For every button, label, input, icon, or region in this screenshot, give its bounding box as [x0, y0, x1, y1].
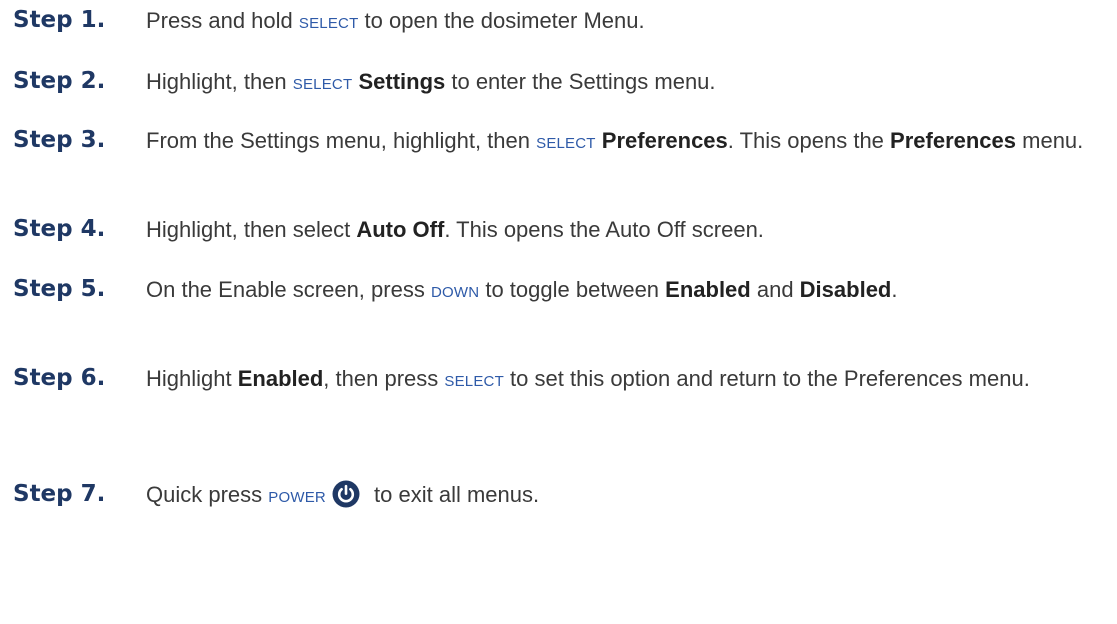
step-label: Step 1.	[13, 7, 106, 33]
select-key-label: SELECT	[292, 76, 353, 93]
text-segment: Highlight, then	[146, 69, 293, 94]
select-key-label: SELECT	[536, 135, 596, 152]
text-segment: to open the dosimeter Menu.	[358, 8, 645, 33]
step-text: Highlight, then SELECT Settings to enter…	[146, 65, 716, 100]
step-2: Step 2. Highlight, then SELECT Settings …	[13, 65, 1113, 100]
text-segment: to enter the Settings menu.	[445, 69, 716, 94]
text-segment: . This opens the	[727, 128, 891, 153]
step-text: From the Settings menu, highlight, then …	[146, 124, 1109, 159]
step-6: Step 6. Highlight Enabled, then press SE…	[13, 362, 1113, 397]
step-4: Step 4. Highlight, then select Auto Off.…	[13, 213, 1113, 246]
text-segment: Highlight	[146, 366, 238, 391]
settings-menu-name: Settings	[358, 69, 446, 94]
step-text: Press and hold SELECT to open the dosime…	[146, 4, 645, 39]
text-segment: On the Enable screen, press	[146, 277, 431, 302]
text-segment: Highlight, then select	[146, 217, 357, 242]
step-1: Step 1. Press and hold SELECT to open th…	[13, 4, 1113, 39]
down-key-label: DOWN	[430, 284, 480, 301]
text-segment: to toggle between	[479, 277, 666, 302]
step-text: Highlight, then select Auto Off. This op…	[146, 213, 764, 245]
step-label: Step 7.	[13, 481, 106, 507]
power-key-label: POWER	[268, 489, 326, 506]
text-segment: menu.	[1016, 128, 1084, 153]
step-text: On the Enable screen, press DOWN to togg…	[146, 273, 1109, 308]
text-segment: Press and hold	[146, 8, 299, 33]
text-segment: and	[750, 277, 800, 302]
step-text: Highlight Enabled, then press SELECT to …	[146, 362, 1109, 397]
text-segment: to set this option and return to the Pre…	[503, 366, 1030, 391]
text-segment: . This opens the Auto Off screen.	[444, 217, 764, 242]
enabled-option-name: Enabled	[665, 277, 751, 302]
text-segment: From the Settings menu, highlight, then	[146, 128, 537, 153]
text-segment: Quick press	[146, 482, 269, 507]
step-text: Quick press POWER to exit all menus.	[146, 478, 539, 513]
step-label: Step 5.	[13, 276, 106, 302]
step-label: Step 3.	[13, 127, 106, 153]
step-5: Step 5. On the Enable screen, press DOWN…	[13, 273, 1113, 308]
auto-off-option-name: Auto Off	[356, 217, 445, 242]
step-label: Step 6.	[13, 365, 106, 391]
select-key-label: SELECT	[444, 373, 504, 390]
preferences-menu-name: Preferences	[601, 128, 728, 153]
step-label: Step 2.	[13, 68, 106, 94]
step-label: Step 4.	[13, 216, 106, 242]
preferences-menu-name: Preferences	[890, 128, 1017, 153]
step-7: Step 7. Quick press POWER to exit all me…	[13, 478, 1113, 513]
enabled-option-name: Enabled	[237, 366, 324, 391]
text-segment: .	[891, 277, 898, 302]
step-3: Step 3. From the Settings menu, highligh…	[13, 124, 1113, 159]
disabled-option-name: Disabled	[799, 277, 892, 302]
text-segment: to exit all menus.	[367, 482, 540, 507]
select-key-label: SELECT	[298, 15, 359, 32]
text-segment: , then press	[323, 366, 445, 391]
power-icon	[332, 480, 360, 508]
